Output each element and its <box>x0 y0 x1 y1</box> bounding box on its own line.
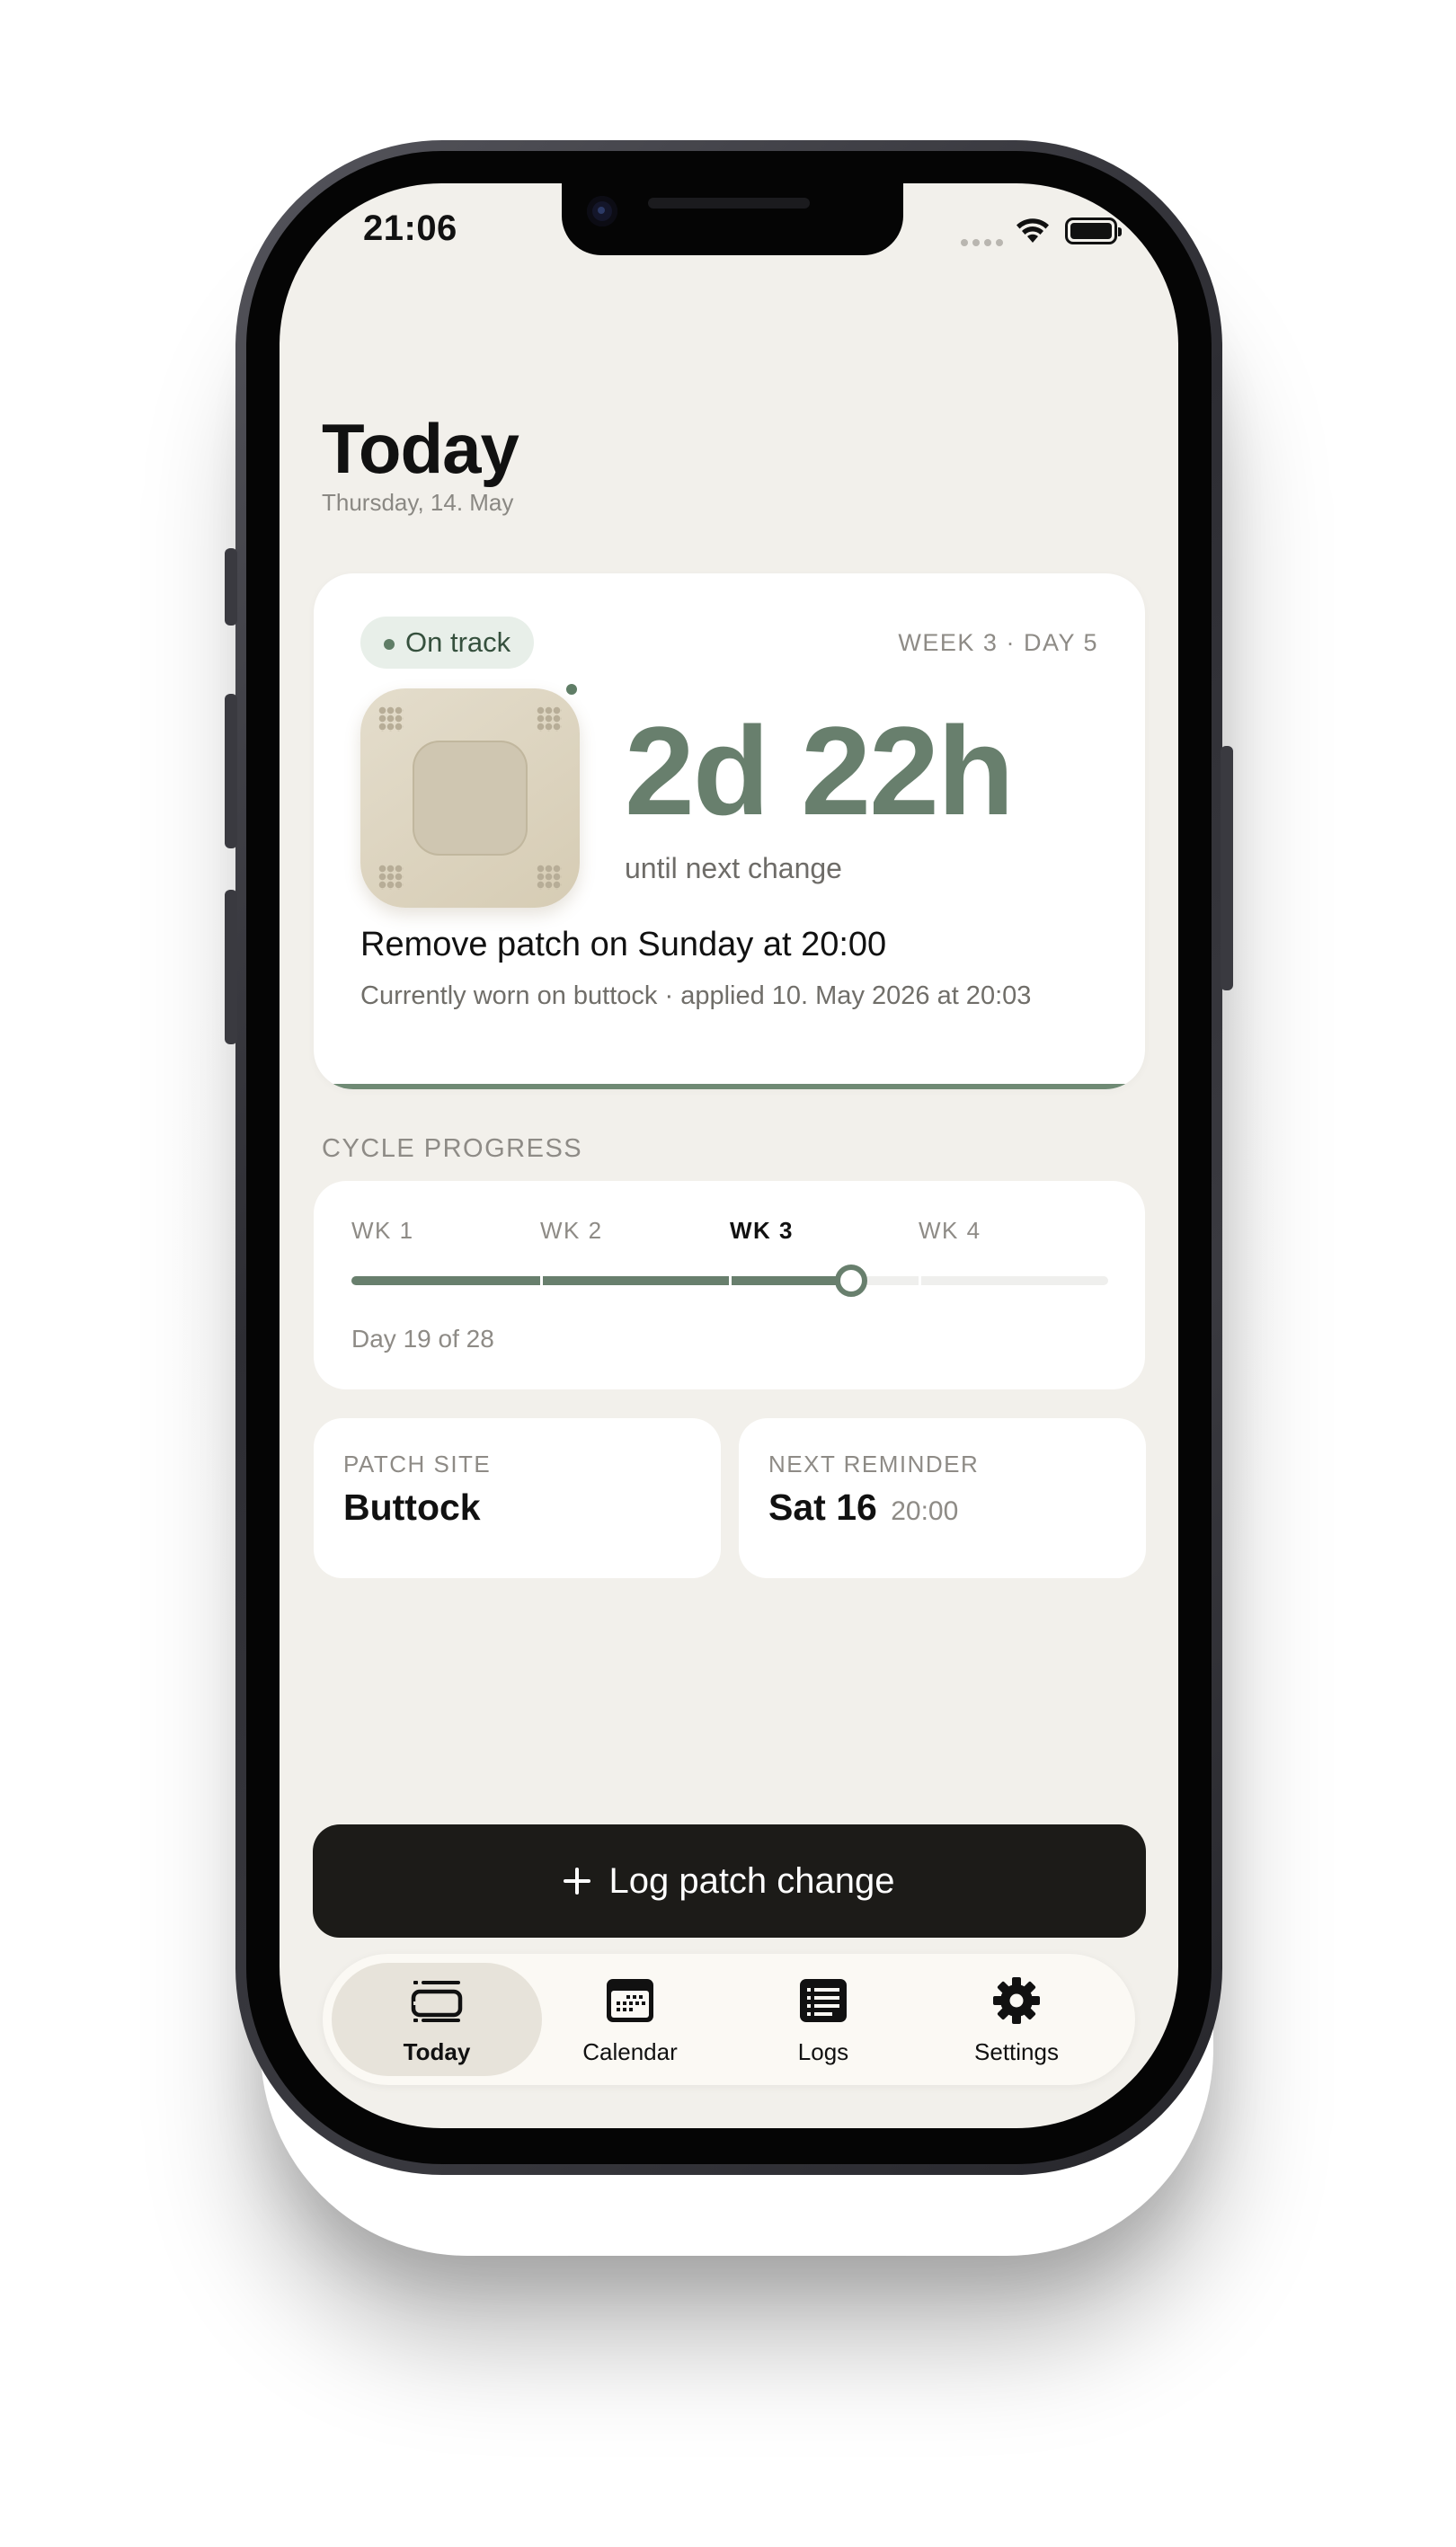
countdown-label: until next change <box>625 852 842 884</box>
week-label-1: WK 1 <box>351 1217 414 1244</box>
next-reminder-day: Sat 16 <box>768 1486 877 1528</box>
page-title: Today <box>322 409 519 488</box>
week-day-label: WEEK 3 · DAY 5 <box>898 629 1098 656</box>
front-camera <box>587 196 617 226</box>
calendar-icon <box>607 1979 653 2022</box>
cycle-day-text: Day 19 of 28 <box>351 1325 494 1353</box>
next-reminder-label: NEXT REMINDER <box>768 1451 980 1478</box>
next-reminder-value: Sat 16 20:00 <box>768 1486 958 1529</box>
remove-patch-text: Remove patch on Sunday at 20:00 <box>360 926 887 963</box>
week-separator <box>540 1276 543 1285</box>
applied-info-text: Currently worn on buttock · applied 10. … <box>360 981 1032 1010</box>
patch-site-label: PATCH SITE <box>343 1451 492 1478</box>
week-separator <box>919 1276 921 1285</box>
volume-up-button <box>225 694 237 848</box>
power-button <box>1221 746 1233 990</box>
patch-icon <box>360 688 580 908</box>
patch-site-card[interactable]: PATCH SITE Buttock <box>314 1418 721 1578</box>
patch-site-value: Buttock <box>343 1486 481 1528</box>
log-patch-change-label: Log patch change <box>608 1860 895 1901</box>
volume-down-button <box>225 890 237 1044</box>
status-time: 21:06 <box>363 209 457 248</box>
phone-screen: 21:06 Today Thursday, 14. May On track W… <box>280 183 1178 2128</box>
tab-logs[interactable]: Logs <box>718 1963 928 2076</box>
page-date: Thursday, 14. May <box>322 489 514 516</box>
wifi-icon <box>1017 218 1049 243</box>
tab-calendar[interactable]: Calendar <box>525 1963 735 2076</box>
tab-settings-label: Settings <box>974 2038 1059 2065</box>
cycle-progress-fill <box>351 1276 851 1285</box>
status-dot-icon <box>384 639 395 650</box>
cycle-progress-card: WK 1 WK 2 WK 3 WK 4 Day 19 of 28 <box>314 1181 1145 1389</box>
current-patch-card[interactable]: On track WEEK 3 · DAY 5 2d 22h until nex… <box>314 573 1145 1089</box>
stage: 21:06 Today Thursday, 14. May On track W… <box>0 0 1456 2547</box>
today-icon <box>411 1981 463 2022</box>
tab-settings[interactable]: Settings <box>911 1963 1122 2076</box>
cellular-signal-icon <box>961 239 1003 246</box>
tab-today-label: Today <box>403 2038 471 2065</box>
tab-bar: Today Calendar Logs Settings <box>323 1954 1135 2085</box>
card-accent-bar <box>314 1084 1145 1089</box>
tab-today[interactable]: Today <box>332 1963 542 2076</box>
patch-active-indicator-icon <box>564 681 580 697</box>
cycle-progress-knob <box>834 1265 867 1297</box>
status-badge-label: On track <box>405 626 511 658</box>
plus-icon <box>564 1868 591 1895</box>
logs-icon <box>800 1979 847 2022</box>
log-patch-change-button[interactable]: Log patch change <box>313 1824 1146 1938</box>
tab-calendar-label: Calendar <box>582 2038 678 2065</box>
battery-icon <box>1065 217 1122 244</box>
week-label-2: WK 2 <box>540 1217 603 1244</box>
countdown-value: 2d 22h <box>625 700 1015 841</box>
week-separator <box>729 1276 732 1285</box>
week-label-3: WK 3 <box>730 1217 794 1244</box>
gear-icon <box>993 1977 1040 2024</box>
next-reminder-time: 20:00 <box>891 1496 959 1526</box>
cycle-progress-heading: CYCLE PROGRESS <box>322 1134 583 1163</box>
status-badge: On track <box>360 617 535 669</box>
cycle-progress-track <box>351 1276 1108 1285</box>
week-label-4: WK 4 <box>919 1217 981 1244</box>
tab-logs-label: Logs <box>797 2038 849 2065</box>
next-reminder-card[interactable]: NEXT REMINDER Sat 16 20:00 <box>739 1418 1146 1578</box>
silent-switch <box>225 548 237 626</box>
speaker-grille <box>648 198 810 209</box>
